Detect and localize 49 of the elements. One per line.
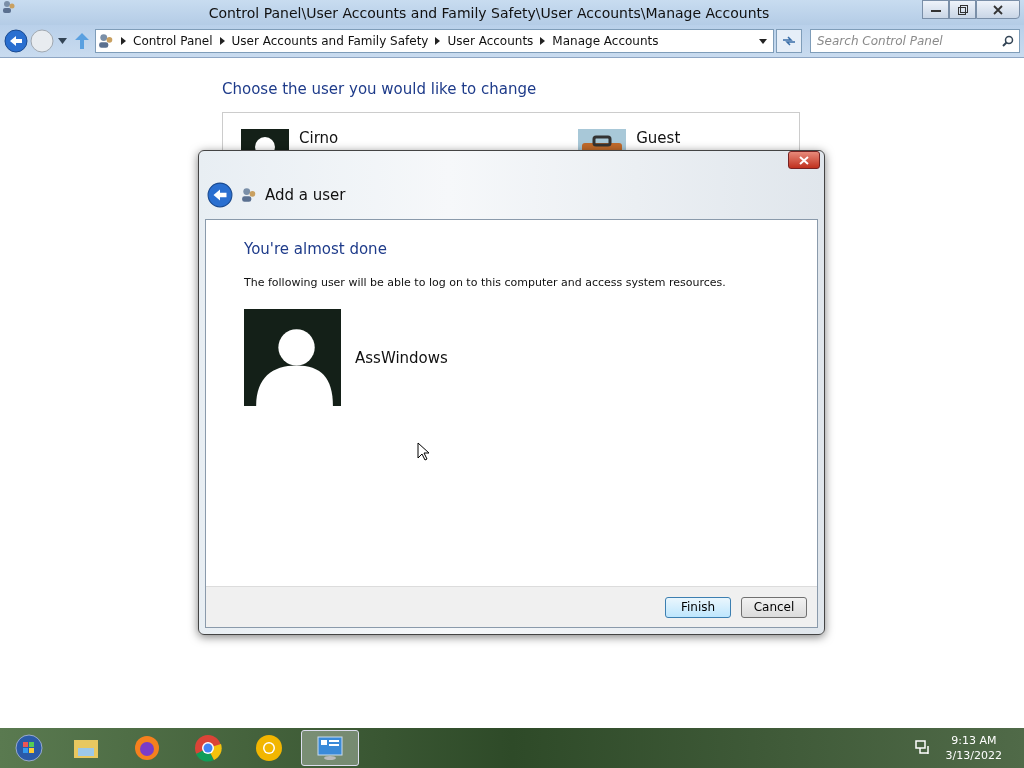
control-panel-icon [316,735,344,761]
page-heading: Choose the user you would like to change [222,80,538,98]
breadcrumb[interactable]: User Accounts [447,34,534,48]
dialog-button[interactable]: Finish [665,596,731,618]
breadcrumb[interactable]: Manage Accounts [552,34,659,48]
restore-icon [957,4,968,15]
user-avatar-icon [244,309,341,406]
account-name[interactable]: Guest [636,129,681,147]
mouse-pointer-icon [417,442,429,461]
forward-circle-icon [30,29,54,53]
close-button[interactable] [788,151,820,169]
user-name: AssWindows [355,348,448,367]
search-field[interactable]: Search Control Panel [810,29,1020,53]
minimize-button[interactable] [922,0,949,19]
chevron-icon [219,37,225,45]
breadcrumb[interactable]: Control Panel [133,34,213,48]
windows-logo-icon [15,734,43,762]
dialog-message: The following user will be able to log on to this computer and access system resources. [244,276,727,289]
users-icon [98,33,114,49]
breadcrumb[interactable]: User Accounts and Family Safety [231,34,429,48]
close-icon [993,4,1003,15]
chevron-icon [435,37,441,45]
taskbar-button[interactable] [301,730,359,766]
chevron-icon [540,37,546,45]
clock-time[interactable]: 9:13 AM [951,733,997,748]
search-icon [1002,35,1014,47]
back-button[interactable] [4,29,28,53]
address-bar[interactable]: Control Panel User Accounts and Family Safety User Accounts Manage Accounts [95,29,774,53]
chevron-icon [121,37,126,45]
network-icon[interactable] [914,740,931,756]
dialog-heading: You're almost done [244,240,388,258]
clock-date[interactable]: 3/13/2022 [945,748,1002,763]
close-icon [799,155,809,165]
close-button[interactable] [976,0,1020,19]
window-title: Control Panel\User Accounts and Family Safety\User Accounts\Manage Accounts [207,4,771,21]
dialog-title: Add a user [265,186,346,204]
refresh-icon [782,35,796,47]
caret-icon[interactable] [759,38,767,44]
dialog-button[interactable]: Cancel [741,596,807,618]
users-icon [241,187,257,203]
browser-icon [255,734,283,762]
restore-button[interactable] [949,0,976,19]
browser-icon [194,734,222,762]
account-name[interactable]: Cirno [299,129,339,147]
browser-icon [133,734,161,762]
back-button[interactable] [207,182,233,208]
refresh-button[interactable] [776,29,802,53]
users-icon [2,0,16,14]
caret-icon[interactable] [58,38,67,44]
